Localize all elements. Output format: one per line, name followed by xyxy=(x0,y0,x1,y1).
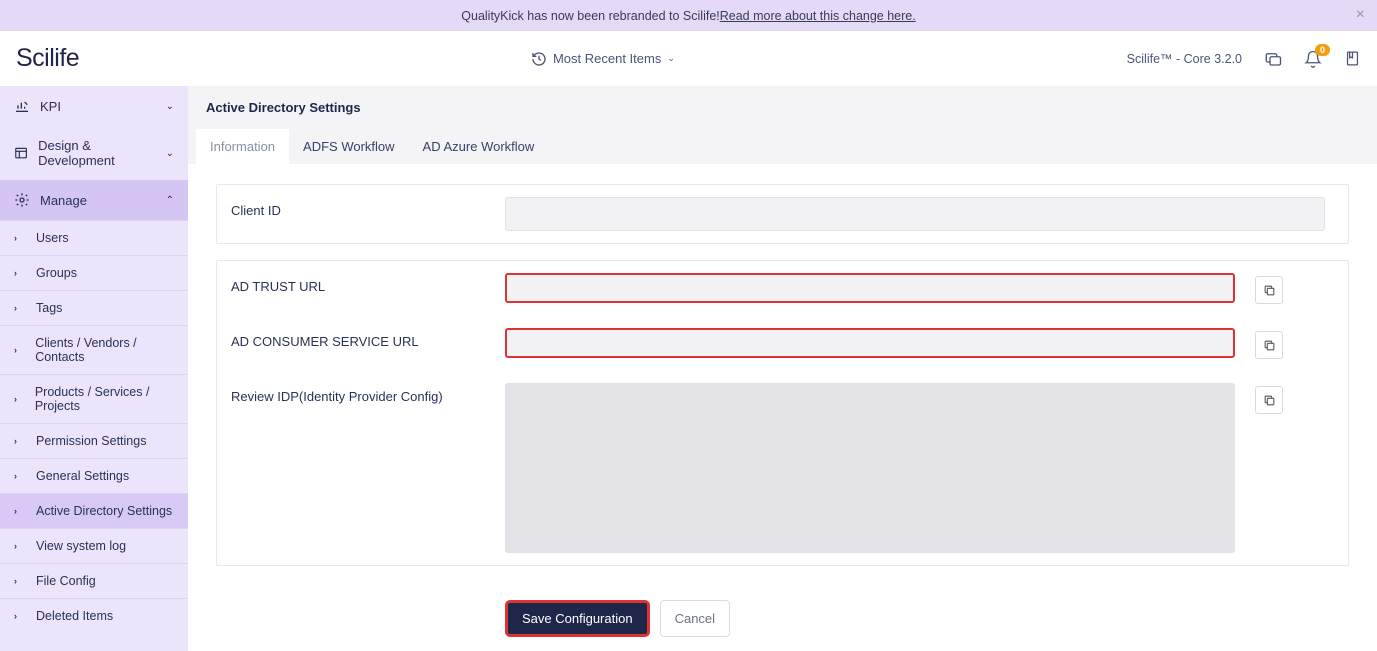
messages-icon[interactable] xyxy=(1264,50,1282,68)
chevron-up-icon: ⌃ xyxy=(166,195,174,206)
sidebar-item-label: KPI xyxy=(40,99,61,114)
sidebar-sub-users[interactable]: ›Users xyxy=(0,220,188,255)
sidebar-sub-system-log[interactable]: ›View system log xyxy=(0,528,188,563)
copy-consumer-button[interactable] xyxy=(1255,331,1283,359)
banner-link[interactable]: Read more about this change here. xyxy=(720,9,916,23)
banner-text: QualityKick has now been rebranded to Sc… xyxy=(461,9,719,23)
topbar: Scilife Most Recent Items ⌄ Scilife™ - C… xyxy=(0,31,1377,86)
chevron-right-icon: › xyxy=(14,303,22,313)
notification-badge: 0 xyxy=(1315,44,1330,56)
ad-consumer-input[interactable] xyxy=(505,328,1235,358)
page-title: Active Directory Settings xyxy=(188,86,1377,129)
sidebar-sub-clients[interactable]: ›Clients / Vendors / Contacts xyxy=(0,325,188,374)
chevron-right-icon: › xyxy=(14,268,22,278)
sidebar-sub-file-config[interactable]: ›File Config xyxy=(0,563,188,598)
sidebar-sub-active-directory[interactable]: ›Active Directory Settings xyxy=(0,493,188,528)
history-icon xyxy=(531,51,547,67)
sidebar-sub-products[interactable]: ›Products / Services / Projects xyxy=(0,374,188,423)
chevron-right-icon: › xyxy=(14,576,22,586)
rebrand-banner: QualityKick has now been rebranded to Sc… xyxy=(0,0,1377,31)
banner-close-icon[interactable]: × xyxy=(1356,6,1365,24)
client-id-input[interactable] xyxy=(505,197,1325,231)
chevron-right-icon: › xyxy=(14,233,22,243)
save-configuration-button[interactable]: Save Configuration xyxy=(505,600,650,637)
sidebar-item-label: Manage xyxy=(40,193,87,208)
sidebar-item-kpi[interactable]: KPI ⌄ xyxy=(0,86,188,126)
ad-trust-input[interactable] xyxy=(505,273,1235,303)
chart-icon xyxy=(14,98,30,114)
tab-information[interactable]: Information xyxy=(196,129,289,164)
ad-trust-label: AD TRUST URL xyxy=(231,273,505,294)
chevron-down-icon: ⌄ xyxy=(166,101,174,112)
sidebar-item-label: Design & Development xyxy=(38,138,155,168)
copy-idp-button[interactable] xyxy=(1255,386,1283,414)
sidebar-sub-general[interactable]: ›General Settings xyxy=(0,458,188,493)
sidebar-item-manage[interactable]: Manage ⌃ xyxy=(0,180,188,220)
tabs: Information ADFS Workflow AD Azure Workf… xyxy=(188,129,1377,164)
logo[interactable]: Scilife xyxy=(16,44,79,73)
tab-adfs-workflow[interactable]: ADFS Workflow xyxy=(289,129,409,164)
client-id-label: Client ID xyxy=(231,197,505,218)
sidebar: KPI ⌄ Design & Development ⌄ Manage ⌃ ›U… xyxy=(0,86,188,651)
chevron-right-icon: › xyxy=(14,436,22,446)
sidebar-sub-deleted[interactable]: ›Deleted Items xyxy=(0,598,188,633)
sidebar-sub-tags[interactable]: ›Tags xyxy=(0,290,188,325)
chevron-right-icon: › xyxy=(14,611,22,621)
tab-ad-azure-workflow[interactable]: AD Azure Workflow xyxy=(409,129,549,164)
chevron-right-icon: › xyxy=(14,541,22,551)
sidebar-sub-permission[interactable]: ›Permission Settings xyxy=(0,423,188,458)
bookmark-icon[interactable] xyxy=(1344,50,1361,67)
main-content: Active Directory Settings Information AD… xyxy=(188,86,1377,651)
version-label: Scilife™ - Core 3.2.0 xyxy=(1127,52,1242,66)
sidebar-item-design[interactable]: Design & Development ⌄ xyxy=(0,126,188,180)
notifications-icon[interactable]: 0 xyxy=(1304,50,1322,68)
chevron-down-icon: ⌄ xyxy=(166,148,174,159)
copy-trust-button[interactable] xyxy=(1255,276,1283,304)
sidebar-sub-groups[interactable]: ›Groups xyxy=(0,255,188,290)
layout-icon xyxy=(14,145,28,161)
chevron-down-icon: ⌄ xyxy=(667,53,675,64)
chevron-right-icon: › xyxy=(14,506,22,516)
recent-items-dropdown[interactable]: Most Recent Items ⌄ xyxy=(79,51,1126,67)
gear-icon xyxy=(14,192,30,208)
chevron-right-icon: › xyxy=(14,394,21,404)
cancel-button[interactable]: Cancel xyxy=(660,600,730,637)
review-idp-textarea[interactable] xyxy=(505,383,1235,553)
chevron-right-icon: › xyxy=(14,345,21,355)
chevron-right-icon: › xyxy=(14,471,22,481)
recent-items-label: Most Recent Items xyxy=(553,51,661,66)
ad-consumer-label: AD CONSUMER SERVICE URL xyxy=(231,328,505,349)
review-idp-label: Review IDP(Identity Provider Config) xyxy=(231,383,505,404)
